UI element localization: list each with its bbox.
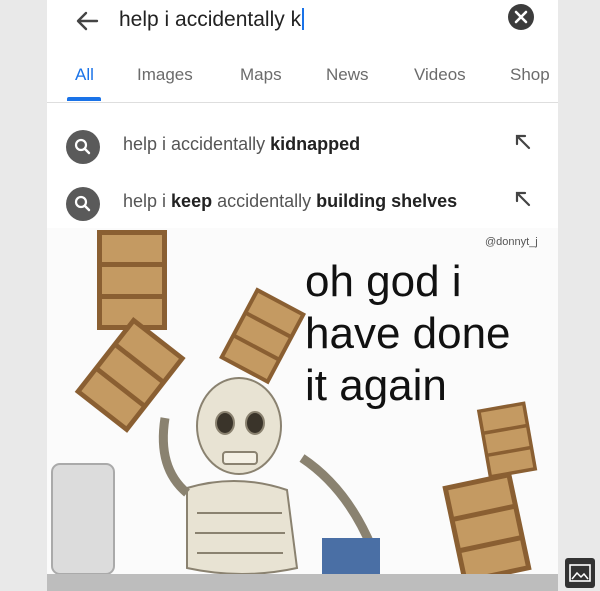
suggestion-text: help i keep accidentally building shelve… bbox=[123, 191, 457, 212]
active-tab-indicator bbox=[67, 97, 101, 101]
suggestion-prefix: help i accidentally bbox=[123, 134, 271, 154]
clear-icon[interactable] bbox=[508, 4, 534, 30]
bookshelf bbox=[97, 230, 167, 330]
fill-arrow-icon[interactable] bbox=[511, 187, 535, 211]
laptop bbox=[51, 463, 115, 575]
suggestion-completion: kidnapped bbox=[270, 134, 361, 154]
search-query-text: help i accidentally k bbox=[119, 8, 302, 31]
tab-videos[interactable]: Videos bbox=[414, 65, 466, 85]
search-input[interactable]: help i accidentally k bbox=[119, 8, 304, 32]
suggestion-row[interactable]: help i keep accidentally building shelve… bbox=[47, 175, 558, 231]
tab-images[interactable]: Images bbox=[137, 65, 193, 85]
meme-caption: oh god i have done it again bbox=[305, 256, 511, 412]
search-bar: help i accidentally k bbox=[47, 0, 558, 46]
caption-line: oh god i bbox=[305, 257, 462, 306]
bookshelf bbox=[442, 471, 532, 585]
tab-maps[interactable]: Maps bbox=[240, 65, 282, 85]
bookshelf bbox=[74, 317, 186, 433]
bookshelf bbox=[476, 401, 538, 479]
suggestion-text: help i accidentally kidnapped bbox=[123, 134, 360, 155]
suggestion-middle: accidentally bbox=[212, 191, 317, 211]
back-arrow-icon[interactable] bbox=[72, 6, 102, 36]
caption-line: it again bbox=[305, 361, 447, 410]
bookshelf bbox=[219, 287, 307, 385]
image-icon[interactable] bbox=[565, 558, 595, 588]
browser-frame: help i accidentally k All Images Maps Ne… bbox=[47, 0, 558, 591]
suggestion-row[interactable]: help i accidentally kidnapped bbox=[47, 118, 558, 174]
suggestion-completion: keep bbox=[171, 191, 213, 211]
search-icon bbox=[66, 187, 100, 221]
tab-news[interactable]: News bbox=[326, 65, 369, 85]
meme-image: @donnyt_j oh god i have done it again bbox=[47, 228, 558, 591]
tab-shop[interactable]: Shop bbox=[510, 65, 550, 85]
text-caret bbox=[302, 8, 304, 30]
bottom-strip bbox=[47, 574, 558, 591]
caption-line: have done bbox=[305, 309, 511, 358]
watermark: @donnyt_j bbox=[485, 236, 538, 248]
search-icon bbox=[66, 130, 100, 164]
suggestion-completion: building shelves bbox=[316, 191, 458, 211]
suggestion-prefix: help i bbox=[123, 191, 172, 211]
search-tabs: All Images Maps News Videos Shop bbox=[47, 52, 558, 103]
tab-all[interactable]: All bbox=[75, 65, 94, 85]
fill-arrow-icon[interactable] bbox=[511, 130, 535, 154]
